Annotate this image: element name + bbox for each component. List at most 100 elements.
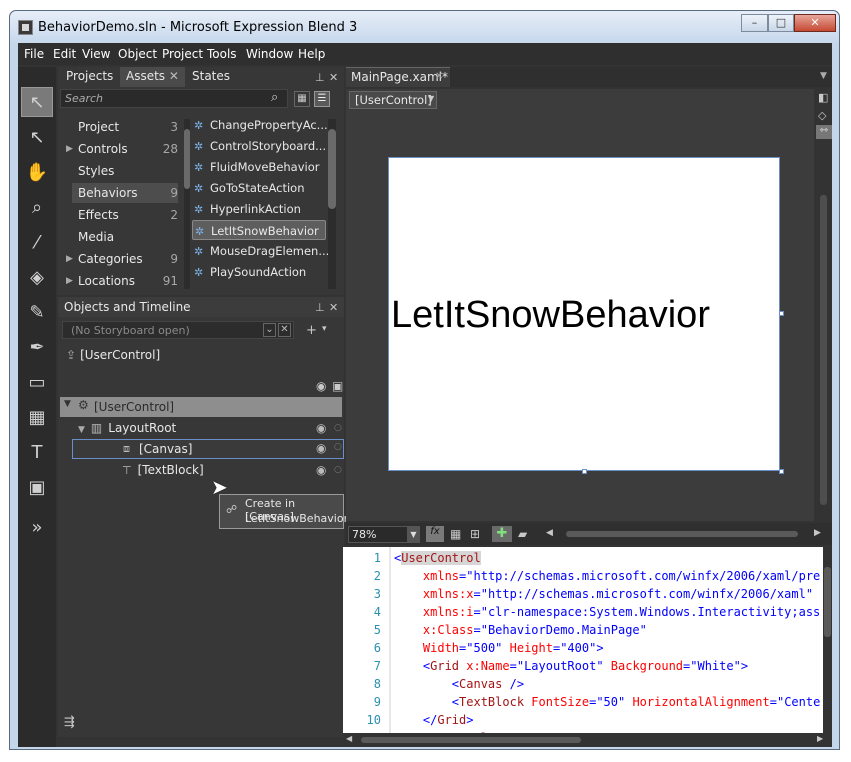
visibility-eye-icon[interactable]: ◉ — [316, 441, 326, 455]
xaml-editor[interactable]: 1234567891011 <UserControl xmlns="http:/… — [343, 547, 823, 733]
tab-close-icon[interactable]: ✕ — [169, 69, 179, 83]
brush-transform-tool-icon[interactable]: ✎ — [21, 297, 53, 327]
asset-item[interactable]: ✲ GoToStateAction — [194, 178, 305, 198]
menu-file[interactable]: File — [24, 47, 44, 61]
search-input[interactable]: Search ⌕ — [60, 89, 288, 108]
show-all-eye-icon[interactable]: ◉ — [316, 379, 326, 393]
xaml-view-icon[interactable]: ◇ — [818, 109, 826, 122]
tab-states[interactable]: States — [186, 67, 236, 87]
editor-vertical-scrollbar[interactable] — [823, 547, 832, 733]
scroll-left-icon[interactable]: ◀ — [346, 734, 352, 743]
grid-view-icon[interactable]: ▦ — [294, 91, 310, 107]
artboard-textblock[interactable]: LetItSnowBehavior — [391, 294, 710, 337]
artboard-vertical-scrollbar[interactable] — [820, 195, 827, 505]
panel-close-icon[interactable]: ✕ — [329, 71, 338, 84]
lock-all-icon[interactable]: ▣ — [332, 379, 343, 393]
snap-to-grid-icon[interactable]: ⊞ — [470, 527, 480, 541]
snap-to-snaplines-icon[interactable]: ✚ — [492, 526, 512, 542]
category-controls[interactable]: ▶ Controls 28 — [66, 139, 178, 159]
tree-row-textblock[interactable]: ⊤ [TextBlock] ◉ ○ — [122, 460, 342, 480]
pin-icon[interactable]: ⊥ — [315, 71, 325, 84]
asset-item[interactable]: ✲ MouseDragElemen... — [194, 241, 329, 261]
title-bar[interactable]: BehaviorDemo.sln - Microsoft Expression … — [10, 11, 839, 43]
category-media[interactable]: Media — [78, 227, 178, 247]
category-project[interactable]: Project 3 — [78, 117, 178, 137]
scroll-right-icon[interactable]: ▶ — [817, 734, 823, 743]
tab-mainpage[interactable]: MainPage.xaml* ✕ — [346, 67, 450, 87]
asset-item-selected[interactable]: ✲ LetItSnowBehavior — [192, 220, 326, 240]
lock-dot-icon[interactable]: ○ — [334, 418, 342, 438]
menu-help[interactable]: Help — [298, 47, 325, 61]
code-line[interactable]: <Grid x:Name="LayoutRoot" Background="Wh… — [394, 657, 748, 675]
tab-overflow-icon[interactable]: ▼ — [820, 71, 827, 81]
artboard-horizontal-scrollbar[interactable] — [566, 531, 798, 537]
list-view-icon[interactable]: ☰ — [314, 91, 330, 107]
breadcrumb-usercontrol[interactable]: [UserControl] ▼ — [349, 91, 437, 109]
menu-object[interactable]: Object — [118, 47, 157, 61]
expand-arrow-icon[interactable]: ▶ — [66, 249, 73, 269]
scope-up-icon[interactable]: ⇪ — [66, 348, 76, 362]
new-storyboard-icon[interactable]: + — [306, 323, 317, 338]
code-line[interactable]: xmlns:i="clr-namespace:System.Windows.In… — [394, 603, 820, 621]
tab-assets[interactable]: Assets ✕ — [120, 67, 185, 87]
split-view-icon[interactable]: ⇿ — [816, 125, 832, 139]
storyboard-picker[interactable]: (No Storyboard open) ⌄ ✕ — [62, 321, 294, 339]
close-storyboard-icon[interactable]: ✕ — [278, 323, 291, 337]
category-categories[interactable]: ▶ Categories 9 — [66, 249, 178, 269]
visibility-eye-icon[interactable]: ◉ — [316, 460, 326, 480]
selection-tool-icon[interactable]: ↖ — [21, 87, 53, 117]
menu-project[interactable]: Project — [162, 47, 203, 61]
zoom-tool-icon[interactable]: ⌕ — [21, 192, 53, 222]
asset-item[interactable]: ✲ FluidMoveBehavior — [194, 157, 320, 177]
asset-item[interactable]: ✲ HyperlinkAction — [194, 199, 301, 219]
zoom-dropdown-icon[interactable]: ▼ — [407, 527, 420, 542]
resize-handle-right[interactable] — [779, 311, 784, 316]
asset-item[interactable]: ✲ ControlStoryboard... — [194, 136, 326, 156]
pen-tool-icon[interactable]: ✒ — [21, 332, 53, 362]
controls-tool-icon[interactable]: ▣ — [21, 472, 53, 502]
asset-item[interactable]: ✲ PlaySoundAction — [194, 262, 306, 282]
category-styles[interactable]: Styles — [78, 161, 178, 181]
scroll-right-icon[interactable]: ▶ — [814, 528, 821, 538]
paint-bucket-tool-icon[interactable]: ◈ — [21, 262, 53, 292]
storyboard-options-icon[interactable]: ▾ — [322, 324, 327, 334]
rectangle-tool-icon[interactable]: ▭ — [21, 367, 53, 397]
code-line[interactable]: </Grid> — [394, 711, 474, 729]
scope-row[interactable]: ⇪ [UserControl] — [66, 345, 160, 365]
code-line[interactable]: <UserControl — [394, 549, 481, 567]
grid-tool-icon[interactable]: ▦ — [21, 402, 53, 432]
code-line[interactable]: xmlns:x="http://schemas.microsoft.com/wi… — [394, 585, 813, 603]
search-icon[interactable]: ⌕ — [271, 90, 278, 105]
asset-library-icon[interactable]: » — [21, 512, 53, 542]
code-line[interactable]: Width="500" Height="400"> — [394, 639, 604, 657]
expand-arrow-icon[interactable]: ▶ — [66, 271, 73, 291]
resize-handle-bottom[interactable] — [582, 469, 587, 474]
lock-dot-icon[interactable]: ○ — [334, 460, 342, 480]
show-grid-icon[interactable]: ▦ — [450, 527, 461, 541]
category-scrollbar[interactable] — [184, 119, 190, 289]
design-view-icon[interactable]: ◧ — [818, 91, 828, 104]
tree-row-usercontrol[interactable]: ▼ ⚙ [UserControl] — [60, 397, 342, 417]
tree-row-layoutroot[interactable]: ▼ ▥ LayoutRoot ◉ ○ — [78, 418, 342, 438]
code-line[interactable]: x:Class="BehaviorDemo.MainPage" — [394, 621, 647, 639]
category-behaviors[interactable]: Behaviors 9 — [72, 183, 178, 203]
code-line[interactable]: xmlns="http://schemas.microsoft.com/winf… — [394, 567, 820, 585]
tab-close-icon[interactable]: ✕ — [435, 71, 443, 82]
panel-close-icon[interactable]: ✕ — [329, 301, 338, 314]
breadcrumb-dropdown-icon[interactable]: ▼ — [428, 94, 434, 103]
code-line[interactable]: <Canvas /> — [394, 675, 524, 693]
resize-handle-corner[interactable] — [779, 469, 784, 474]
minimize-button[interactable]: – — [741, 14, 768, 32]
eyedropper-tool-icon[interactable]: ⁄ — [21, 227, 53, 257]
menu-view[interactable]: View — [82, 47, 110, 61]
pan-tool-icon[interactable]: ✋ — [21, 157, 53, 187]
textblock-tool-icon[interactable]: T — [21, 437, 53, 467]
category-locations[interactable]: ▶ Locations 91 — [66, 271, 178, 291]
scroll-left-icon[interactable]: ◀ — [546, 528, 553, 538]
maximize-button[interactable]: □ — [768, 14, 794, 32]
collapse-arrow-icon[interactable]: ▼ — [64, 399, 71, 409]
menu-edit[interactable]: Edit — [53, 47, 76, 61]
collapse-arrow-icon[interactable]: ▼ — [78, 425, 85, 435]
menu-tools[interactable]: Tools — [207, 47, 237, 61]
direct-selection-tool-icon[interactable]: ↖ — [21, 122, 53, 152]
